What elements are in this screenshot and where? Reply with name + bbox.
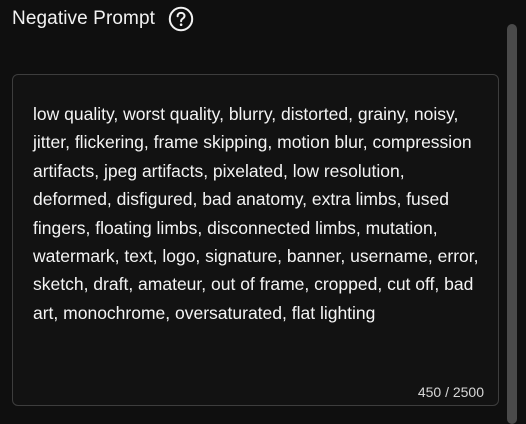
negative-prompt-textarea[interactable]: low quality, worst quality, blurry, dist… <box>12 74 499 406</box>
scrollbar-thumb[interactable] <box>507 24 517 424</box>
field-header: Negative Prompt <box>12 4 194 34</box>
scrollbar[interactable] <box>507 0 517 424</box>
field-title: Negative Prompt <box>12 8 156 29</box>
question-circle-icon[interactable] <box>168 6 194 32</box>
character-counter: 450 / 2500 <box>417 384 484 400</box>
prompt-text[interactable]: low quality, worst quality, blurry, dist… <box>33 100 485 327</box>
